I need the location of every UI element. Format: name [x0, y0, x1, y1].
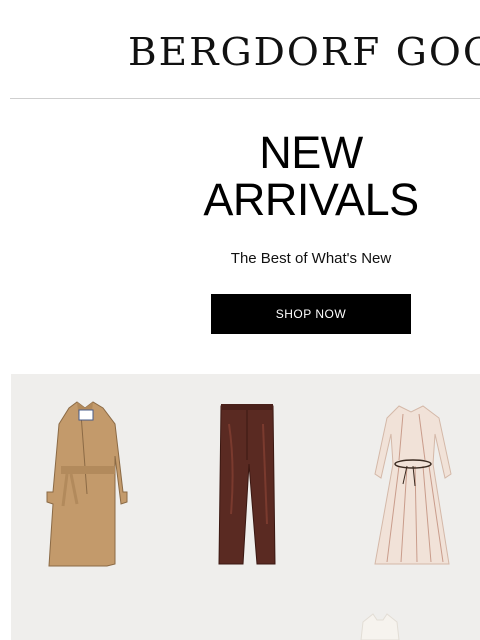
shop-now-button[interactable]: SHOP NOW [211, 294, 411, 334]
striped-dress-image [374, 405, 452, 565]
hero-title-line1: NEW [259, 127, 363, 178]
hero-title-line2: ARRIVALS [203, 174, 419, 225]
hero-subtitle: The Best of What's New [230, 250, 392, 267]
product-leather-pants[interactable] [209, 374, 281, 584]
white-top-image [360, 613, 400, 640]
header: BERGDORF GOODMAN [0, 0, 480, 99]
product-grid [11, 374, 480, 640]
product-striped-dress[interactable] [369, 374, 455, 584]
leather-pants-image [218, 404, 276, 565]
hero-section: NEW ARRIVALS The Best of What's New SHOP… [0, 99, 480, 374]
trench-coat-image [46, 401, 128, 567]
product-white-top[interactable] [355, 610, 405, 640]
brand-logo[interactable]: BERGDORF GOODMAN [128, 30, 480, 75]
product-trench-coat[interactable] [37, 374, 137, 584]
email-page: BERGDORF GOODMAN NEW ARRIVALS The Best o… [0, 0, 480, 640]
